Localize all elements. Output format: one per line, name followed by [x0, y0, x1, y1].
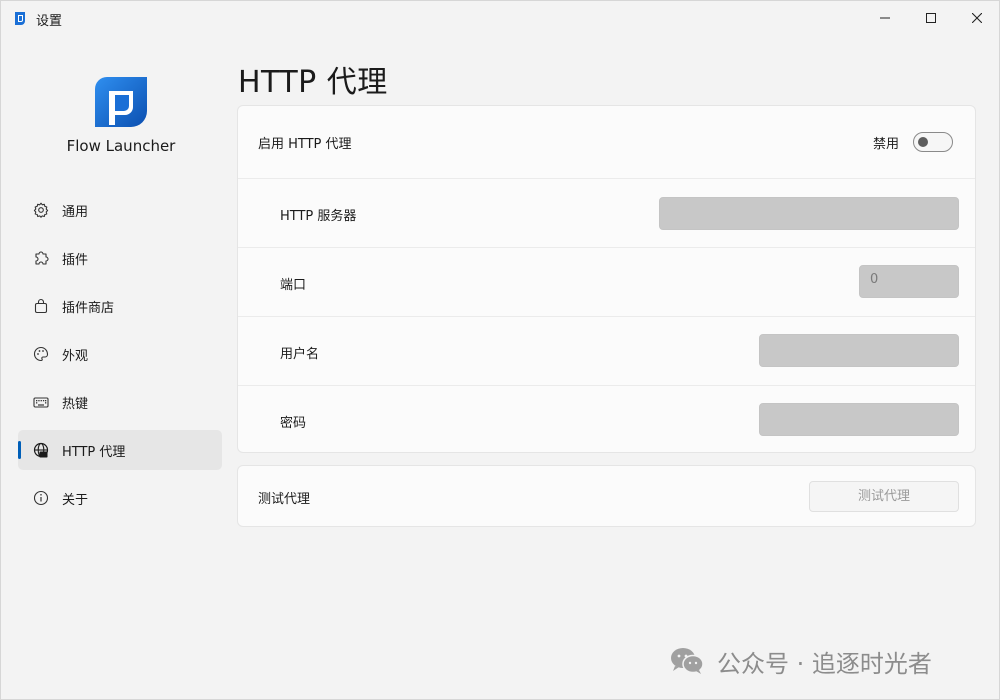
title-bar: 设置: [1, 1, 1000, 35]
test-proxy-label: 测试代理: [258, 492, 311, 507]
info-icon: [33, 490, 49, 506]
close-button[interactable]: [954, 1, 1000, 35]
username-input[interactable]: [759, 334, 959, 367]
sidebar-item-label: HTTP 代理: [62, 445, 126, 460]
sidebar-item-about[interactable]: 关于: [18, 478, 222, 518]
sidebar-item-appearance[interactable]: 外观: [18, 334, 222, 374]
puzzle-icon: [35, 251, 49, 265]
password-label: 密码: [280, 416, 307, 431]
flow-launcher-logo: [95, 77, 147, 127]
sidebar-item-label: 外观: [62, 349, 89, 364]
port-label: 端口: [280, 278, 307, 293]
sidebar-item-label: 插件: [62, 253, 89, 268]
port-row: 端口 0: [238, 248, 975, 317]
server-row: HTTP 服务器: [238, 179, 975, 248]
minimize-icon: [880, 17, 890, 19]
sidebar-item-general[interactable]: 通用: [18, 190, 222, 230]
enable-proxy-row: 启用 HTTP 代理 禁用: [238, 106, 975, 179]
maximize-button[interactable]: [908, 1, 954, 35]
toggle-state-label: 禁用: [873, 137, 900, 152]
wechat-icon: [671, 648, 704, 674]
proxy-settings-card: 启用 HTTP 代理 禁用 HTTP 服务器 端口 0 用户名 密码: [237, 105, 976, 453]
sidebar-nav: 通用 插件 插件商店 外观 热键 HTTP 代理 关于: [18, 190, 222, 526]
toggle-knob: [918, 137, 928, 147]
enable-proxy-toggle[interactable]: [913, 132, 953, 152]
watermark: 公众号 · 追逐时光者: [669, 641, 932, 681]
password-input[interactable]: [759, 403, 959, 436]
maximize-icon: [926, 13, 936, 23]
enable-proxy-label: 启用 HTTP 代理: [258, 137, 352, 152]
port-input[interactable]: 0: [859, 265, 959, 298]
sidebar-item-label: 热键: [62, 397, 89, 412]
test-proxy-button[interactable]: 测试代理: [809, 481, 959, 512]
port-input-value: 0: [870, 272, 879, 287]
window-title: 设置: [36, 14, 63, 29]
globe-icon: [33, 442, 49, 458]
password-row: 密码: [238, 386, 975, 452]
test-proxy-card: 测试代理 测试代理: [237, 465, 976, 527]
sidebar-item-label: 通用: [62, 205, 89, 220]
keyboard-icon: [33, 397, 49, 408]
brand-name: Flow Launcher: [66, 137, 176, 155]
minimize-button[interactable]: [862, 1, 908, 35]
flow-launcher-app-icon: [15, 12, 25, 25]
close-icon: [972, 13, 982, 23]
page-title: HTTP 代理: [238, 65, 388, 100]
palette-icon: [33, 346, 49, 362]
sidebar-item-plugins[interactable]: 插件: [18, 238, 222, 278]
server-label: HTTP 服务器: [280, 209, 357, 224]
settings-window: 设置 Flow Launcher 通用 插件 插件商店 外观 热键 HTTP 代…: [0, 0, 1000, 700]
sidebar-item-hotkeys[interactable]: 热键: [18, 382, 222, 422]
sidebar-item-plugin-store[interactable]: 插件商店: [18, 286, 222, 326]
sidebar-item-label: 插件商店: [62, 301, 115, 316]
sidebar-item-http-proxy[interactable]: HTTP 代理: [18, 430, 222, 470]
gear-icon: [33, 202, 49, 218]
username-label: 用户名: [280, 347, 320, 362]
username-row: 用户名: [238, 317, 975, 386]
shopping-bag-icon: [34, 298, 48, 314]
watermark-text: 公众号 · 追逐时光者: [717, 649, 932, 678]
sidebar-item-label: 关于: [62, 493, 89, 508]
server-input[interactable]: [659, 197, 959, 230]
